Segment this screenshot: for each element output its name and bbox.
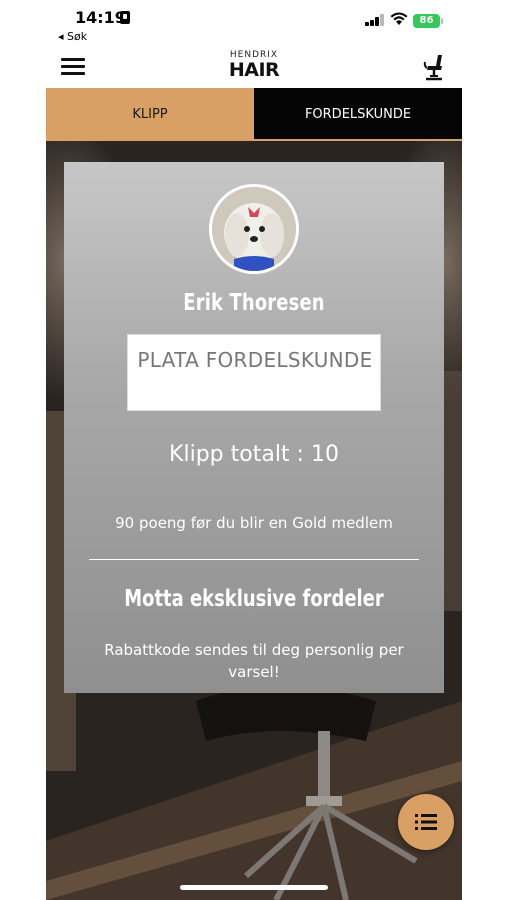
avatar[interactable] — [209, 184, 299, 274]
membership-level: PLATA FORDELSKUNDE — [137, 348, 373, 372]
list-icon — [415, 814, 437, 830]
tab-klipp[interactable]: KLIPP — [46, 88, 254, 141]
benefits-text: Rabattkode sendes til deg personlig per … — [104, 641, 404, 681]
app-header: HENDRIX HAIR — [46, 46, 462, 88]
divider — [89, 559, 419, 560]
customer-name: Erik Thoresen — [183, 290, 325, 316]
tab-bar: KLIPP FORDELSKUNDE — [46, 88, 462, 141]
points-info: 90 poeng før du blir en Gold medlem — [115, 514, 393, 532]
membership-level-box: PLATA FORDELSKUNDE — [127, 334, 381, 411]
logo-main-text: HAIR — [228, 59, 280, 81]
loyalty-card: Erik Thoresen PLATA FORDELSKUNDE Klipp t… — [64, 162, 444, 693]
status-time: 14:19 — [75, 8, 126, 27]
total-haircuts: Klipp totalt : 10 — [169, 442, 339, 467]
hamburger-menu-button[interactable] — [61, 58, 85, 76]
wifi-icon — [390, 12, 408, 25]
list-menu-button[interactable] — [398, 794, 454, 850]
sim-card-icon — [120, 11, 130, 24]
hendrix-hair-logo: HENDRIX HAIR — [224, 50, 284, 81]
cellular-signal-icon — [365, 14, 387, 26]
battery-icon: 86 — [413, 14, 443, 28]
back-to-search-link[interactable]: ◂ Søk — [58, 30, 87, 43]
tab-fordelskunde[interactable]: FORDELSKUNDE — [254, 88, 462, 141]
home-indicator — [180, 885, 328, 890]
status-bar: 14:19 ◂ Søk 86 — [0, 0, 507, 46]
benefits-title: Motta eksklusive fordeler — [124, 586, 384, 612]
barber-chair-icon[interactable] — [420, 52, 448, 82]
